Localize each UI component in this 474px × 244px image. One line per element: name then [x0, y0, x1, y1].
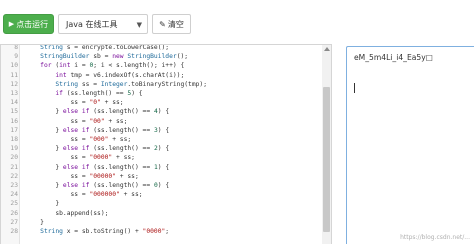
code-text: } [25, 200, 60, 208]
code-line: 9 StringBuilder sb = new StringBuilder()… [1, 52, 321, 61]
play-icon: ▶ [8, 20, 15, 28]
line-number: 21 [10, 163, 18, 171]
editor-scrollbar[interactable] [322, 45, 331, 244]
code-line: 8 String s = encrypte.toLowerCase(); [1, 44, 321, 52]
code-line: 17 } else if (ss.length() == 3) { [1, 126, 321, 135]
line-number: 27 [10, 218, 18, 226]
code-text: StringBuilder sb = new StringBuilder(); [40, 53, 189, 61]
line-number: 19 [10, 145, 18, 153]
language-select-value: Java 在线工具 [66, 19, 118, 29]
line-number: 15 [10, 108, 18, 116]
code-line: 18 ss = "000" + ss; [1, 135, 321, 144]
code-text: ss = "0" + ss; [25, 99, 124, 107]
clear-button[interactable]: ✎ 清空 [152, 14, 191, 34]
code-line: 16 ss = "00" + ss; [1, 117, 321, 126]
code-text: ss = "00" + ss; [25, 117, 128, 125]
code-text: } else if (ss.length() == 2) { [25, 145, 170, 153]
line-number: 22 [10, 172, 18, 180]
code-text: String x = sb.toString() + "0000"; [40, 228, 170, 235]
output-panel[interactable]: eM_5m4Li_i4_Ea5y□ [346, 46, 474, 244]
code-text: String s = encrypte.toLowerCase(); [40, 44, 170, 51]
clear-button-label: 清空 [167, 19, 184, 29]
code-line: 27 } [1, 218, 321, 227]
code-line: 25 } [1, 199, 321, 208]
code-line: 14 ss = "0" + ss; [1, 98, 321, 107]
scrollbar-thumb[interactable] [323, 87, 330, 232]
line-number: 24 [10, 191, 18, 199]
line-number: 10 [10, 62, 18, 70]
line-number: 16 [10, 117, 18, 125]
code-line: 22 ss = "00000" + ss; [1, 172, 321, 181]
line-number: 14 [10, 99, 18, 107]
code-line: 15 } else if (ss.length() == 4) { [1, 107, 321, 116]
line-number: 11 [10, 71, 18, 79]
chevron-down-icon: ▼ [136, 21, 142, 29]
code-text: ss = "00000" + ss; [25, 172, 139, 180]
code-line: 24 ss = "000000" + ss; [1, 190, 321, 199]
code-text: } [25, 218, 44, 226]
code-line: 20 ss = "0000" + ss; [1, 153, 321, 162]
toolbar: ▶ 点击运行 Java 在线工具 ▼ ✎ 清空 [0, 0, 474, 40]
code-text: ss = "0000" + ss; [25, 154, 135, 162]
code-line: 11 int tmp = v6.indexOf(s.charAt(i)); [1, 71, 321, 80]
code-text: ss = "000000" + ss; [25, 191, 143, 199]
line-number: 12 [10, 80, 18, 88]
code-line: 21 } else if (ss.length() == 1) { [1, 163, 321, 172]
line-number: 17 [10, 126, 18, 134]
line-number: 25 [10, 200, 18, 208]
code-text: } else if (ss.length() == 0) { [25, 182, 170, 189]
language-select[interactable]: Java 在线工具 ▼ [58, 14, 148, 34]
line-number: 8 [14, 44, 18, 51]
text-cursor [354, 83, 355, 93]
line-number: 9 [14, 53, 18, 61]
code-line: 28 String x = sb.toString() + "0000"; [1, 227, 321, 236]
run-button-label: 点击运行 [16, 19, 49, 29]
output-text: eM_5m4Li_i4_Ea5y□ [354, 53, 433, 62]
code-line: 13 if (ss.length() == 5) { [1, 89, 321, 98]
code-editor[interactable]: 8 String s = encrypte.toLowerCase(); 9 St… [0, 44, 332, 244]
line-number: 26 [10, 209, 18, 217]
code-line: 23 } else if (ss.length() == 0) { [1, 181, 321, 190]
line-number: 18 [10, 136, 18, 143]
line-number: 13 [10, 90, 18, 97]
line-number: 20 [10, 154, 18, 162]
code-text: ss = "000" + ss; [25, 136, 132, 143]
code-line: 26 sb.append(ss); [1, 209, 321, 218]
code-line: 12 String ss = Integer.toBinaryString(tm… [1, 80, 321, 89]
code-text: } else if (ss.length() == 4) { [25, 108, 170, 116]
watermark: https://blog.csdn.net/... [400, 234, 470, 241]
code-text: } else if (ss.length() == 1) { [25, 163, 170, 171]
line-number: 28 [10, 228, 18, 235]
code-text: String ss = Integer.toBinaryString(tmp); [55, 80, 208, 88]
code-text: if (ss.length() == 5) { [55, 90, 143, 97]
code-text: int tmp = v6.indexOf(s.charAt(i)); [55, 71, 185, 79]
code-text: sb.append(ss); [25, 209, 109, 217]
code-text: } else if (ss.length() == 3) { [25, 126, 170, 134]
code-text: for (int i = 0; i < s.length(); i++) { [40, 62, 185, 70]
scroll-up-arrow-icon[interactable] [324, 47, 330, 51]
code-line: 10 for (int i = 0; i < s.length(); i++) … [1, 61, 321, 70]
code-line: 19 } else if (ss.length() == 2) { [1, 144, 321, 153]
line-number: 23 [10, 182, 18, 189]
run-button[interactable]: ▶ 点击运行 [3, 14, 54, 34]
eraser-icon: ✎ [159, 19, 166, 29]
